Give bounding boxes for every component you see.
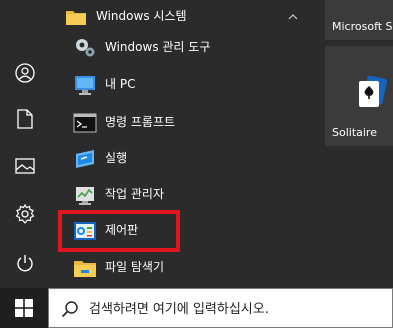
app-command-prompt[interactable]: 명령 프롬프트: [50, 104, 320, 141]
run-icon: [72, 146, 98, 172]
app-label: 실행: [105, 151, 128, 165]
file-explorer-icon: [72, 255, 98, 281]
app-file-explorer[interactable]: 파일 탐색기: [50, 249, 320, 286]
app-run[interactable]: 실행: [50, 140, 320, 177]
settings-button[interactable]: [0, 192, 50, 236]
search-box[interactable]: [48, 288, 393, 328]
windows-logo-icon: [15, 299, 33, 317]
taskbar: [0, 288, 393, 328]
app-label: 파일 탐색기: [105, 260, 165, 274]
power-button[interactable]: [0, 241, 50, 285]
this-pc-icon: [72, 72, 98, 98]
solitaire-icon: [357, 75, 388, 114]
admin-tools-icon: [72, 35, 98, 61]
app-label: 내 PC: [105, 77, 136, 91]
start-rail: [0, 0, 50, 288]
pictures-button[interactable]: [0, 144, 50, 188]
tile-microsoft-store[interactable]: Microsoft S: [325, 0, 393, 40]
task-manager-icon: [72, 182, 98, 208]
highlight-box: [58, 210, 180, 252]
user-icon: [15, 63, 35, 83]
pictures-icon: [15, 158, 35, 174]
tiles-area: Microsoft S Solitaire: [320, 0, 393, 288]
app-label: 명령 프롬프트: [105, 115, 176, 129]
folder-icon: [63, 4, 89, 30]
documents-icon: [17, 109, 33, 129]
user-account-button[interactable]: [0, 51, 50, 95]
start-button[interactable]: [0, 288, 48, 328]
search-input[interactable]: [89, 297, 384, 321]
documents-button[interactable]: [0, 97, 50, 141]
chevron-up-icon: [288, 14, 298, 20]
power-icon: [17, 255, 33, 272]
app-label: 작업 관리자: [105, 187, 165, 201]
tile-solitaire[interactable]: Solitaire: [325, 46, 393, 146]
app-this-pc[interactable]: 내 PC: [50, 66, 320, 103]
command-prompt-icon: [72, 110, 98, 136]
app-windows-admin-tools[interactable]: Windows 관리 도구: [50, 29, 320, 66]
app-label: Windows 관리 도구: [105, 40, 211, 54]
app-task-manager[interactable]: 작업 관리자: [50, 176, 320, 213]
tile-label: Solitaire: [332, 126, 377, 139]
tile-label: Microsoft S: [332, 20, 393, 33]
settings-icon: [15, 204, 35, 224]
search-icon: [61, 301, 78, 318]
